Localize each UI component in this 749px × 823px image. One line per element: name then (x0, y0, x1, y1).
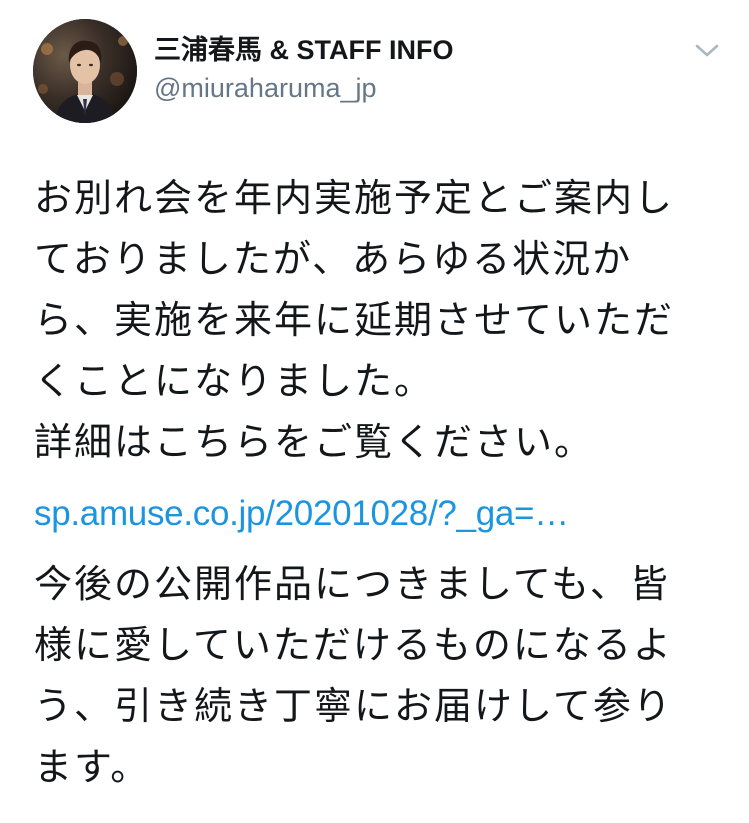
user-info: 三浦春馬 & STAFF INFO @miuraharuma_jp (154, 33, 654, 105)
chevron-down-icon[interactable] (693, 40, 721, 60)
tweet-text-part2: 今後の公開作品につきましても、皆 様に愛していただけるものになるよ う、引き続き… (34, 562, 673, 789)
tweet-text-part1: お別れ会を年内実施予定とご案内し ておりましたが、あらゆる状況か ら、実施を来年… (34, 176, 675, 464)
tweet-body: お別れ会を年内実施予定とご案内し ておりましたが、あらゆる状況か ら、実施を来年… (34, 168, 714, 798)
profile-photo-avatar (33, 19, 137, 123)
tweet-header: 三浦春馬 & STAFF INFO @miuraharuma_jp (33, 19, 723, 129)
avatar[interactable] (33, 19, 137, 123)
user-handle[interactable]: @miuraharuma_jp (154, 71, 654, 105)
display-name[interactable]: 三浦春馬 & STAFF INFO (154, 33, 654, 67)
tweet-link[interactable]: sp.amuse.co.jp/20201028/?_ga=… (34, 483, 714, 544)
tweet: 三浦春馬 & STAFF INFO @miuraharuma_jp お別れ会を年… (0, 0, 749, 823)
